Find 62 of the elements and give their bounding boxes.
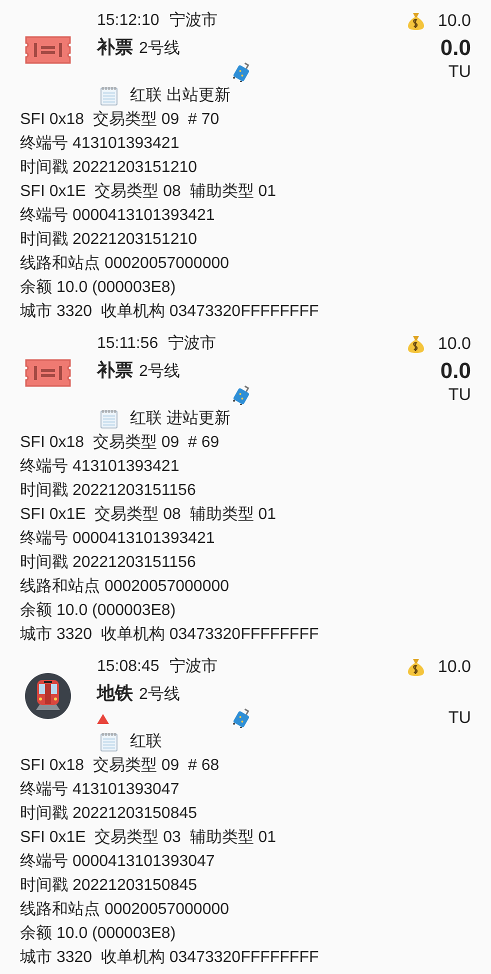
detail-line: SFI 0x18 交易类型 09 # 68 — [20, 756, 220, 776]
transaction-title: 地铁 — [97, 682, 133, 704]
city-text: 宁波市 — [168, 334, 216, 354]
notepad-icon — [100, 409, 118, 429]
suitcase-icon — [233, 62, 251, 82]
detail-line: 时间戳 20221203151210 — [20, 158, 198, 178]
balance-text: 10.0 — [438, 333, 471, 356]
detail-line: 终端号 413101393421 — [20, 134, 180, 154]
card-text: 红联 — [130, 732, 162, 752]
detail-line: 时间戳 20221203150845 — [20, 804, 198, 824]
money-bag-icon — [406, 11, 426, 31]
line-text: 2号线 — [139, 684, 180, 704]
detail-line: 线路和站点 00020057000000 — [20, 576, 230, 597]
suitcase-icon — [233, 708, 251, 728]
ticket-icon — [23, 35, 73, 65]
time-text: 15:11:56 — [97, 334, 158, 354]
ticket-icon — [23, 358, 73, 388]
unit-text: TU — [448, 384, 471, 406]
detail-line: SFI 0x1E 交易类型 08 辅助类型 01 — [20, 504, 278, 525]
money-bag-icon — [406, 334, 426, 354]
fare-text: 0.0 — [440, 356, 471, 384]
city-text: 宁波市 — [169, 10, 218, 31]
time-text: 15:08:45 — [97, 657, 160, 677]
detail-line: 余额 10.0 (000003E8) — [20, 600, 177, 621]
unit-text: TU — [448, 707, 471, 730]
line-text: 2号线 — [139, 38, 180, 58]
unit-text: TU — [448, 61, 471, 84]
train-icon — [24, 672, 72, 720]
detail-line: 时间戳 20221203151210 — [20, 230, 198, 250]
line-text: 2号线 — [139, 362, 180, 382]
detail-line: 终端号 0000413101393421 — [20, 528, 216, 549]
detail-line: 时间戳 20221203151156 — [20, 552, 197, 573]
notepad-icon — [100, 732, 118, 752]
detail-line: SFI 0x18 交易类型 09 # 69 — [20, 432, 220, 453]
time-text: 15:12:10 — [97, 11, 160, 31]
transaction-title: 补票 — [97, 36, 133, 58]
notepad-icon — [100, 86, 118, 106]
balance-text: 10.0 — [438, 656, 471, 678]
balance-text: 10.0 — [438, 10, 471, 32]
detail-line: 城市 3320 收单机构 03473320FFFFFFFF — [20, 624, 320, 645]
card-text: 红联 进站更新 — [130, 408, 230, 429]
suitcase-icon — [233, 385, 251, 405]
money-bag-icon — [406, 657, 426, 677]
card-text: 红联 出站更新 — [130, 86, 230, 106]
transaction-title: 补票 — [97, 358, 133, 382]
detail-line: 余额 10.0 (000003E8) — [20, 278, 177, 298]
detail-line: 终端号 413101393047 — [20, 780, 180, 800]
detail-line: 终端号 0000413101393421 — [20, 206, 216, 226]
detail-line: 时间戳 20221203151156 — [20, 480, 197, 501]
fare-text: 0.0 — [440, 34, 471, 62]
detail-line: 终端号 0000413101393047 — [20, 852, 216, 872]
city-text: 宁波市 — [169, 656, 218, 677]
detail-line: 城市 3320 收单机构 03473320FFFFFFFF — [20, 948, 320, 968]
detail-line: 城市 3320 收单机构 03473320FFFFFFFF — [20, 302, 320, 322]
detail-line: 余额 10.0 (000003E8) — [20, 924, 177, 944]
detail-line: 线路和站点 00020057000000 — [20, 900, 230, 920]
detail-line: SFI 0x1E 交易类型 03 辅助类型 01 — [20, 828, 278, 848]
detail-line: 线路和站点 00020057000000 — [20, 254, 230, 274]
detail-line: SFI 0x18 交易类型 09 # 70 — [20, 110, 220, 130]
detail-line: 时间戳 20221203150845 — [20, 876, 198, 896]
detail-line: SFI 0x1E 交易类型 08 辅助类型 01 — [20, 182, 278, 202]
detail-line: 终端号 413101393421 — [20, 456, 180, 477]
